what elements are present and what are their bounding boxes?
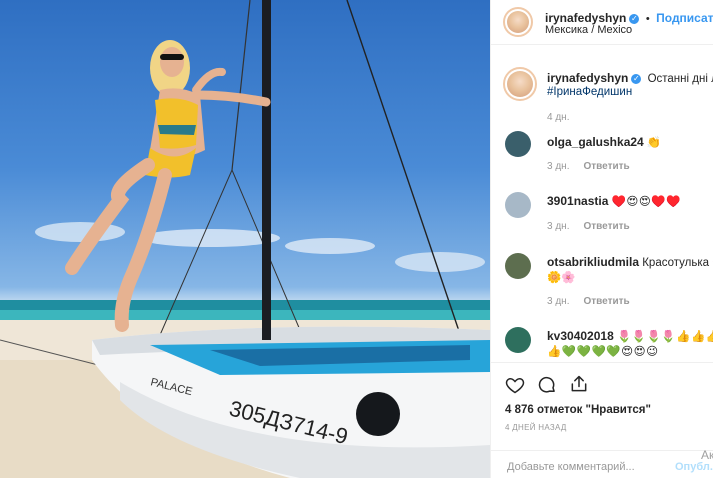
author-username[interactable]: irynafedyshyn <box>545 11 626 25</box>
post-actions: 4 876 отметок "Нравится" 4 ДНЕЙ НАЗАД Оп… <box>491 362 713 479</box>
caption-hashtag[interactable]: #ІринаФедишин <box>547 86 713 98</box>
beach-photo-illustration: PALACE 305ДЗ714-9 <box>0 0 490 478</box>
comment-username[interactable]: kv30402018 <box>547 329 614 343</box>
add-comment-input[interactable] <box>505 457 659 477</box>
caption-username[interactable]: irynafedyshyn <box>547 71 628 85</box>
comment-text: 👏 <box>646 137 662 149</box>
post-location[interactable]: Мексика / Mexico <box>545 24 632 36</box>
comment-bubble-icon[interactable] <box>537 375 557 395</box>
activation-watermark: Акт <box>701 448 713 462</box>
verified-badge-icon: ✓ <box>629 14 640 24</box>
comment-meta: 3 дн. Ответить <box>547 161 630 172</box>
post-sidebar: irynafedyshyn✓ • Подписаться Мексика / M… <box>490 0 713 478</box>
header-separator: • <box>645 13 650 25</box>
comment-row: olga_galushka24 👏 <box>547 135 713 149</box>
comment-row: kv30402018 🌷🌷🌷🌷👍👍👍 <box>547 329 713 343</box>
comment-meta: 3 дн. Ответить <box>547 221 630 232</box>
comment-row: 3901nastia ♥️😍😍♥️♥️ <box>547 194 713 208</box>
comment-text: ♥️😍😍♥️♥️ <box>611 196 682 208</box>
comment-row: otsabrikliudmila Красотулька 🌸 <box>547 255 713 269</box>
comment-text-line2: 👍💚💚💚💚😍😍😉 <box>547 346 659 358</box>
commenter-avatar[interactable] <box>505 327 531 353</box>
author-avatar[interactable] <box>503 7 533 37</box>
comment-text: Красотулька 🌸 <box>642 257 713 269</box>
publish-button[interactable]: Опубл... <box>675 461 713 473</box>
comment-username[interactable]: olga_galushka24 <box>547 135 644 149</box>
reply-button[interactable]: Ответить <box>583 221 629 232</box>
reply-button[interactable]: Ответить <box>583 296 629 307</box>
likes-count[interactable]: 4 876 отметок "Нравится" <box>505 404 651 416</box>
share-upload-icon[interactable] <box>569 374 589 394</box>
like-heart-icon[interactable] <box>505 375 525 395</box>
commenter-avatar[interactable] <box>505 253 531 279</box>
caption-avatar[interactable] <box>503 67 537 101</box>
comment-text: 🌷🌷🌷🌷👍👍👍 <box>616 331 713 343</box>
post-photo[interactable]: PALACE 305ДЗ714-9 <box>0 0 490 478</box>
comment-username[interactable]: otsabrikliudmila <box>547 255 639 269</box>
caption-text: Останні дні літ <box>647 73 713 85</box>
comment-text-line2: 🌼🌸 <box>547 272 576 284</box>
commenter-avatar[interactable] <box>505 192 531 218</box>
comments-list[interactable]: irynafedyshyn✓ Останні дні літ #ІринаФед… <box>491 45 713 360</box>
verified-badge-icon: ✓ <box>631 74 642 84</box>
comment-meta: 3 дн. Ответить <box>547 296 630 307</box>
follow-button[interactable]: Подписаться <box>656 11 713 25</box>
post-header: irynafedyshyn✓ • Подписаться Мексика / M… <box>491 0 713 45</box>
comment-username[interactable]: 3901nastia <box>547 194 608 208</box>
comment-composer: Опубл... <box>491 450 713 480</box>
commenter-avatar[interactable] <box>505 131 531 157</box>
caption-age: 4 дн. <box>547 112 570 123</box>
post-timestamp[interactable]: 4 ДНЕЙ НАЗАД <box>505 423 567 432</box>
caption-row: irynafedyshyn✓ Останні дні літ <box>547 71 713 85</box>
reply-button[interactable]: Ответить <box>583 161 629 172</box>
